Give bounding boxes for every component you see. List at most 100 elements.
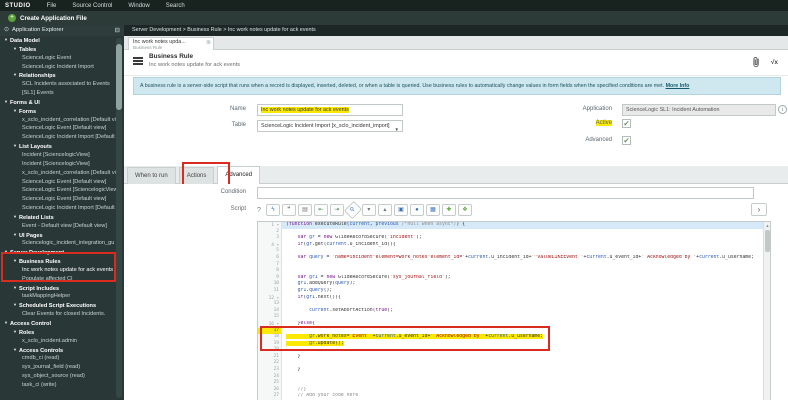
find-next-icon[interactable]: ▾	[361, 204, 376, 216]
expand-arrow-icon[interactable]: ▼	[4, 320, 8, 325]
menu-window[interactable]: Window	[128, 3, 149, 9]
tree-item[interactable]: Incident [SciencelogicView]	[0, 151, 124, 160]
tree-item[interactable]: ▼ Related Lists	[0, 213, 124, 222]
expand-arrow-icon[interactable]: ▼	[4, 99, 8, 104]
save-icon[interactable]: ▦	[425, 204, 440, 216]
expand-arrow-icon[interactable]: ▼	[13, 302, 17, 307]
tree-item[interactable]: ▼ UI Pages	[0, 231, 124, 240]
tree-item[interactable]: ▼ Forms	[0, 107, 124, 116]
tree-item[interactable]: x_sclo_incident.admin	[0, 337, 124, 346]
tree-item[interactable]: ▼ Tables	[0, 45, 124, 54]
tree-item[interactable]: ▼ Server Development	[0, 248, 124, 257]
tree-item[interactable]: Event - Default view [Default view]	[0, 222, 124, 231]
tree-item[interactable]: ScienceLogic Incident Import	[0, 63, 124, 72]
tree-item[interactable]: ▼ Forms & UI	[0, 98, 124, 107]
help-icon[interactable]: ?	[257, 207, 261, 214]
comment-icon[interactable]: ❞	[281, 204, 296, 216]
expand-arrow-icon[interactable]: ▼	[13, 108, 17, 113]
tree-item[interactable]: ScienceLogic Event [Default view]	[0, 178, 124, 187]
name-input[interactable]: Inc work notes update for ack events	[257, 104, 403, 116]
tree-item[interactable]: ▼ Scheduled Script Executions	[0, 301, 124, 310]
section-tab-advanced[interactable]: Advanced	[217, 166, 261, 184]
tree-item[interactable]: ▼ Business Rules	[0, 257, 124, 266]
expand-arrow-icon[interactable]: ▼	[13, 143, 17, 148]
section-tab-when-to-run[interactable]: When to run	[127, 167, 176, 184]
expand-arrow-icon[interactable]: ▼	[13, 46, 17, 51]
tree-item[interactable]: Populate affected CI	[0, 275, 124, 284]
tree-item[interactable]: ▼ Relationships	[0, 71, 124, 80]
tree-item[interactable]: taskMappingHelper	[0, 292, 124, 301]
create-application-file-button[interactable]: + Create Application File	[8, 14, 87, 22]
info-icon[interactable]: i	[778, 105, 787, 114]
tree-item[interactable]: ScienceLogic Event [Default view]	[0, 195, 124, 204]
insert-code-icon[interactable]: ✚	[441, 204, 456, 216]
expand-arrow-icon[interactable]: ▼	[13, 214, 17, 219]
tree-item[interactable]: ScienceLogic Event [Default view]	[0, 124, 124, 133]
editor-scrollbar-thumb[interactable]	[765, 230, 770, 252]
tree-item[interactable]: sys_object_source (read)	[0, 372, 124, 381]
sidebar-scrollbar-thumb[interactable]	[116, 44, 122, 110]
tab-business-rule[interactable]: Inc work notes upda... Business Rule ⊗	[128, 37, 214, 50]
tree-item[interactable]: ▼ Access Control	[0, 319, 124, 328]
line-number: 16 ▾	[258, 320, 282, 328]
tree-item[interactable]: ScienceLogic Incident Import [Default v	[0, 204, 124, 213]
menu-source-control[interactable]: Source Control	[72, 3, 112, 9]
open-window-icon[interactable]: ▣	[393, 204, 408, 216]
tree-item[interactable]: x_sclo_incident_correlation [Default vi	[0, 116, 124, 125]
tree-item[interactable]: Sciencelogic_incident_integration_gu	[0, 239, 124, 248]
expand-arrow-icon[interactable]: ▼	[13, 347, 17, 352]
tree-item[interactable]: ▼ Script Includes	[0, 284, 124, 293]
collapse-panel-icon[interactable]: ⊟	[115, 25, 120, 36]
section-tab-actions[interactable]: Actions	[178, 167, 215, 184]
tree-item[interactable]: sys_journal_field (read)	[0, 363, 124, 372]
tree-item[interactable]: cmdb_ci (read)	[0, 354, 124, 363]
format-code-icon[interactable]: ▤	[297, 204, 312, 216]
tree-item[interactable]: ScienceLogic Event [SciencelogicView]	[0, 186, 124, 195]
tree-item[interactable]: task_ci (write)	[0, 381, 124, 390]
scope-icon[interactable]: ●	[409, 204, 424, 216]
api-reference-icon[interactable]: ❖	[457, 204, 472, 216]
tree-item-label: Forms	[18, 108, 37, 115]
editor-scrollbar[interactable]: ▲	[763, 222, 770, 400]
tree-item[interactable]: ▼ List Layouts	[0, 142, 124, 151]
sidebar-scrollbar[interactable]	[116, 38, 122, 398]
advanced-checkbox[interactable]	[622, 136, 631, 145]
find-previous-icon[interactable]: ▴	[377, 204, 392, 216]
expand-arrow-icon[interactable]: ▼	[13, 232, 17, 237]
tree-item[interactable]: SCL Incidents associated to Events	[0, 80, 124, 89]
tree-item[interactable]: Clear Events for closed Incidents.	[0, 310, 124, 319]
close-tab-icon[interactable]: ⊗	[206, 39, 211, 46]
attachment-paperclip-icon[interactable]	[752, 56, 761, 68]
table-select[interactable]: ScienceLogic Incident Import [x_sclo_inc…	[257, 120, 403, 132]
tree-item[interactable]: ▼ Roles	[0, 328, 124, 337]
menu-search[interactable]: Search	[166, 3, 185, 9]
line-number: 25	[258, 380, 282, 387]
expand-arrow-icon[interactable]: ▼	[13, 72, 17, 77]
indent-icon[interactable]: ⇥	[329, 204, 344, 216]
context-menu-icon[interactable]	[133, 57, 143, 66]
tree-item[interactable]: x_sclo_incident_correlation [Default vi	[0, 169, 124, 178]
expand-arrow-icon[interactable]: ▼	[13, 329, 17, 334]
editor-toggle-icon[interactable]: ϟ	[265, 204, 280, 216]
expand-arrow-icon[interactable]: ▼	[13, 258, 17, 263]
tree-item[interactable]: ScienceLogic Event	[0, 54, 124, 63]
scroll-up-icon[interactable]: ▲	[764, 222, 770, 229]
menu-file[interactable]: File	[47, 3, 57, 9]
tree-item[interactable]: ScienceLogic Incident Import [Default v	[0, 133, 124, 142]
more-info-link[interactable]: More Info	[666, 83, 690, 89]
tree-item[interactable]: ▼ Access Controls	[0, 346, 124, 355]
tree-item[interactable]: Inc work notes update for ack events	[0, 266, 124, 275]
tree-item[interactable]: Incident [SciencelogicView]	[0, 160, 124, 169]
condition-input[interactable]	[257, 187, 754, 199]
tree-item[interactable]: ▼ Data Model	[0, 36, 124, 45]
formula-icon[interactable]: √x	[771, 59, 778, 66]
expand-arrow-icon[interactable]: ▼	[13, 285, 17, 290]
outdent-icon[interactable]: ⇤	[313, 204, 328, 216]
expand-arrow-icon[interactable]: ▼	[4, 37, 8, 42]
tree-item[interactable]: [SL1] Events	[0, 89, 124, 98]
search-icon[interactable]: ⚲	[343, 200, 363, 220]
script-code-editor[interactable]: 1 ▾ (function executeRule(current, previo…	[257, 221, 771, 400]
active-checkbox[interactable]	[622, 119, 631, 128]
expand-arrow-icon[interactable]: ▼	[4, 249, 8, 254]
expand-editor-button[interactable]: ›	[751, 203, 767, 216]
